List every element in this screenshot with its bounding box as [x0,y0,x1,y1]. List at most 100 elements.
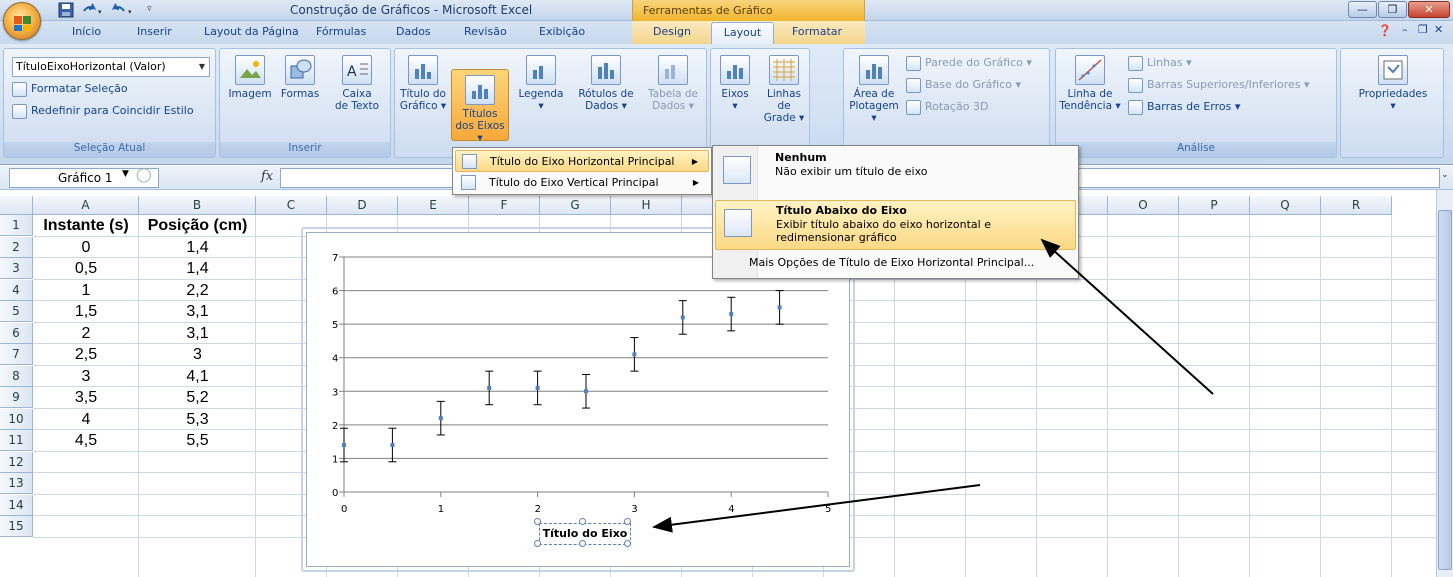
column-header-p[interactable]: P [1179,196,1250,215]
column-header-d[interactable]: D [327,196,398,215]
cell-b6[interactable]: 3,1 [139,323,256,344]
selection-dropdown[interactable]: TítuloEixoHorizontal (Valor) ▼ [12,57,210,77]
row-header-5[interactable]: 5 [0,301,33,322]
cell-a5[interactable]: 1,5 [33,301,139,322]
column-header-c[interactable]: C [256,196,327,215]
column-header-f[interactable]: F [469,196,540,215]
minimize-button[interactable]: — [1348,1,1377,18]
option-nenhum[interactable]: Nenhum Não exibir um título de eixo [715,148,1076,198]
mais-opcoes-link[interactable]: Mais Opções de Título de Eixo Horizontal… [749,256,1034,269]
row-header-3[interactable]: 3 [0,258,33,279]
legenda-button[interactable]: Legenda ▾ [513,55,569,112]
tab-design[interactable]: Design [653,25,691,38]
menu-item-eixo-horizontal[interactable]: Título do Eixo Horizontal Principal ▶ [455,150,709,172]
column-header-q[interactable]: Q [1250,196,1321,215]
expand-formula-icon[interactable]: ⌄ [1441,170,1449,180]
help-icon[interactable]: ❓ [1378,24,1392,37]
caixa-texto-button[interactable]: A Caixa de Texto [330,55,384,112]
tabela-dados-button[interactable]: Tabela de Dados ▾ [643,55,703,112]
tab-inicio[interactable]: Início [72,25,101,38]
row-header-12[interactable]: 12 [0,451,33,473]
cell-a4[interactable]: 1 [33,280,139,301]
cell-a7[interactable]: 2,5 [33,344,139,365]
cell-a2[interactable]: 0 [33,237,139,258]
scroll-thumb[interactable] [1438,210,1452,570]
cell-b8[interactable]: 4,1 [139,366,256,387]
column-header-b[interactable]: B [139,196,256,215]
cell-b2[interactable]: 1,4 [139,237,256,258]
barras-erros-button[interactable]: Barras de Erros ▾ [1128,97,1240,117]
row-header-4[interactable]: 4 [0,279,33,301]
linhas-grade-button[interactable]: Linhas de Grade ▾ [759,55,809,124]
tab-layout-pagina[interactable]: Layout da Página [204,25,299,38]
resize-handle[interactable] [534,540,541,547]
redefinir-estilo-button[interactable]: Redefinir para Coincidir Estilo [12,101,194,121]
titulos-eixos-button[interactable]: Títulos dos Eixos ▾ [451,69,509,144]
option-titulo-abaixo[interactable]: Título Abaixo do Eixo Exibir título abai… [715,200,1076,250]
cell-a6[interactable]: 2 [33,323,139,344]
tab-revisao[interactable]: Revisão [464,25,507,38]
vertical-scrollbar[interactable] [1436,190,1453,577]
titulo-grafico-button[interactable]: Título do Gráfico ▾ [397,55,449,112]
barras-sup-inf-button[interactable]: Barras Superiores/Inferiores ▾ [1128,75,1310,95]
propriedades-button[interactable]: Propriedades ▾ [1355,55,1431,112]
column-header-o[interactable]: O [1108,196,1179,215]
fx-button[interactable]: fx [261,169,273,184]
cell-a10[interactable]: 4 [33,409,139,430]
cell-b4[interactable]: 2,2 [139,280,256,301]
column-header-g[interactable]: G [540,196,611,215]
cell-b5[interactable]: 3,1 [139,301,256,322]
ribbon-close-icon[interactable]: ✕ [1434,23,1443,36]
cell-b1[interactable]: Posição (cm) [139,215,256,236]
row-header-8[interactable]: 8 [0,365,33,387]
column-header-h[interactable]: H [611,196,682,215]
ribbon-restore-icon[interactable]: ❐ [1418,23,1428,36]
customize-qat-icon[interactable]: ▿ [147,4,152,21]
chart[interactable]: 01234567012345 Título do Eixo [306,232,850,567]
linhas-button[interactable]: Linhas ▾ [1128,53,1192,73]
row-header-9[interactable]: 9 [0,387,33,408]
row-header-13[interactable]: 13 [0,473,33,494]
resize-handle[interactable] [579,540,586,547]
redo-icon[interactable]: ▾ [110,2,138,19]
tab-formulas[interactable]: Fórmulas [316,25,366,38]
undo-icon[interactable]: ▾ [80,2,108,19]
resize-handle[interactable] [624,540,631,547]
tab-layout[interactable]: Layout [711,22,774,45]
row-header-6[interactable]: 6 [0,322,33,344]
cell-b9[interactable]: 5,2 [139,387,256,408]
tab-formatar[interactable]: Formatar [792,25,842,38]
linha-tendencia-button[interactable]: Linha de Tendência ▾ [1058,55,1122,112]
resize-handle[interactable] [534,518,541,525]
select-all-corner[interactable] [0,196,33,215]
tab-inserir[interactable]: Inserir [137,25,172,38]
row-header-7[interactable]: 7 [0,344,33,365]
row-header-10[interactable]: 10 [0,408,33,430]
resize-handle[interactable] [624,518,631,525]
formatar-selecao-button[interactable]: Formatar Seleção [12,79,128,99]
tab-exibicao[interactable]: Exibição [539,25,585,38]
row-header-1[interactable]: 1 [0,215,33,236]
imagem-button[interactable]: Imagem [226,55,274,100]
row-header-11[interactable]: 11 [0,430,33,451]
cell-a3[interactable]: 0,5 [33,258,139,279]
rotacao-3d-button[interactable]: Rotação 3D [906,97,988,117]
cell-b10[interactable]: 5,3 [139,409,256,430]
restore-button[interactable]: ❐ [1378,1,1407,18]
menu-item-eixo-vertical[interactable]: Título do Eixo Vertical Principal ▶ [455,172,709,194]
cell-a9[interactable]: 3,5 [33,387,139,408]
column-header-e[interactable]: E [398,196,469,215]
area-plotagem-button[interactable]: Área de Plotagem ▾ [846,55,902,124]
row-header-14[interactable]: 14 [0,494,33,516]
resize-handle[interactable] [579,518,586,525]
eixos-button[interactable]: Eixos ▾ [715,55,755,112]
ribbon-minimize-icon[interactable]: – [1402,23,1408,36]
close-button[interactable]: ✕ [1408,1,1450,18]
row-header-15[interactable]: 15 [0,516,33,537]
cell-b11[interactable]: 5,5 [139,430,256,451]
base-grafico-button[interactable]: Base do Gráfico ▾ [906,75,1021,95]
formas-button[interactable]: Formas [276,55,324,100]
cell-b7[interactable]: 3 [139,344,256,365]
cell-a1[interactable]: Instante (s) [33,215,139,236]
parede-grafico-button[interactable]: Parede do Gráfico ▾ [906,53,1032,73]
